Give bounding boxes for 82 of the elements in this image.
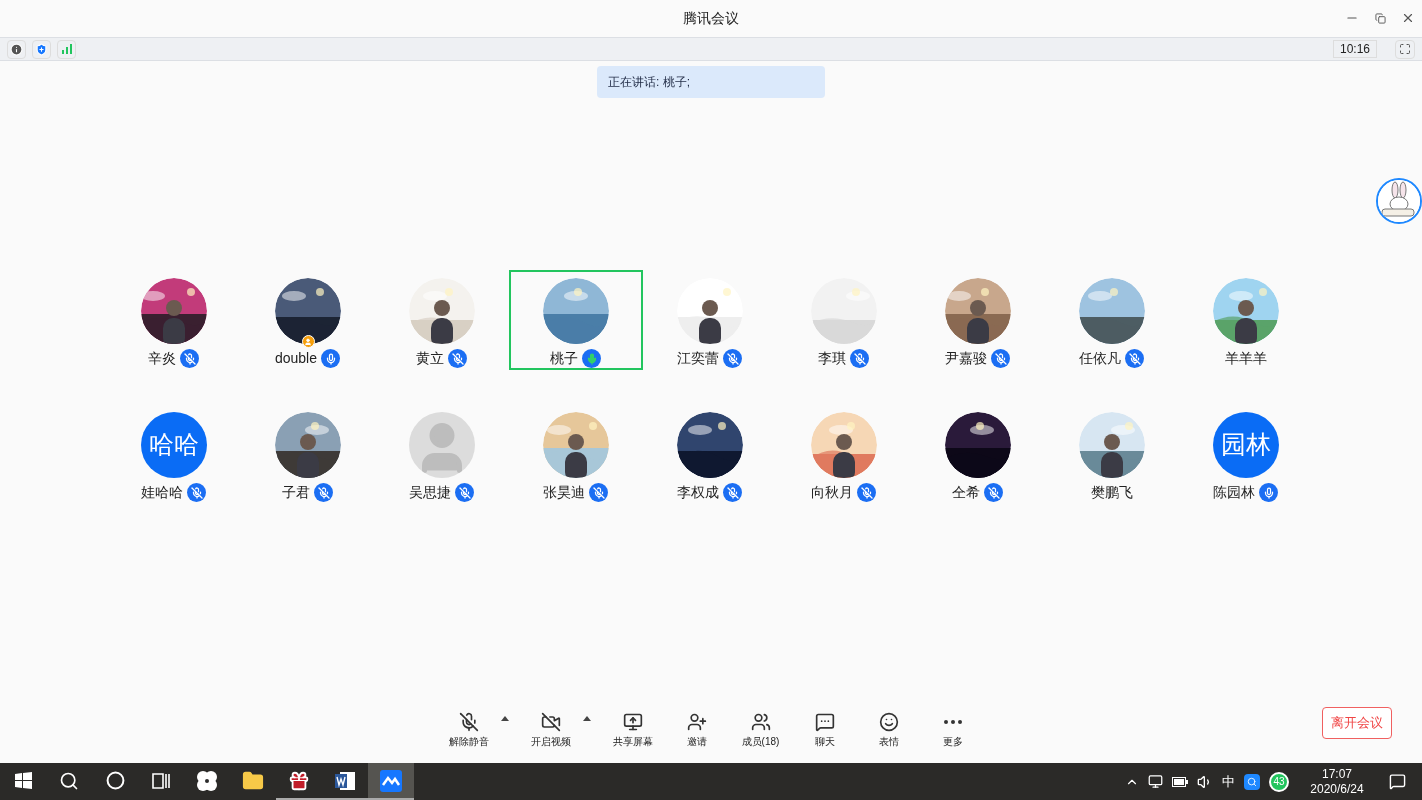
participant-tile[interactable]: 仝希: [910, 404, 1045, 504]
participant-name: 江奕蕾: [677, 349, 719, 368]
participant-name: 向秋月: [811, 483, 853, 502]
toolbar-button[interactable]: 聊天: [802, 711, 847, 749]
participant-name: 陈园林: [1213, 483, 1255, 502]
pinwheel-icon: [196, 769, 218, 792]
people-icon: [750, 711, 771, 732]
participant-tile[interactable]: 黄立: [374, 270, 509, 370]
input-method-indicator[interactable]: 中: [1222, 771, 1235, 792]
participant-name: double: [274, 349, 317, 368]
caret-button[interactable]: [582, 715, 591, 721]
participant-name: 任依凡: [1079, 349, 1121, 368]
folder-icon: [242, 769, 264, 792]
task-view-icon: [152, 772, 170, 789]
toolbar-button[interactable]: 开启视频: [528, 711, 573, 749]
participant-tile[interactable]: 李权成: [642, 404, 777, 504]
participant-name: 张昊迪: [543, 483, 585, 502]
participant-name: 黄立: [416, 349, 444, 368]
toolbar-button[interactable]: 更多: [930, 711, 975, 749]
participant-tile[interactable]: 张昊迪: [508, 404, 643, 504]
battery-icon[interactable]: [1172, 776, 1188, 787]
clock-time[interactable]: 17:07: [1322, 766, 1352, 782]
mic-muted-icon: [458, 711, 479, 732]
toolbar-button[interactable]: 解除静音: [446, 711, 491, 749]
windows-icon: [14, 772, 32, 789]
participant-name: 仝希: [952, 483, 980, 502]
participant-tile[interactable]: 任依凡: [1044, 270, 1179, 370]
participant-tile[interactable]: 尹嘉骏: [910, 270, 1045, 370]
participant-tile[interactable]: 桃子: [508, 270, 643, 370]
notification-icon[interactable]: [1389, 773, 1406, 790]
circle-icon: [105, 771, 125, 790]
leave-meeting-button[interactable]: 离开会议: [1322, 707, 1392, 739]
participant-name: 娃哈哈: [141, 483, 183, 502]
fullscreen-button[interactable]: [1395, 39, 1415, 59]
info-button[interactable]: [7, 39, 26, 59]
participant-name: 桃子: [550, 349, 578, 368]
participant-tile[interactable]: 向秋月: [776, 404, 911, 504]
participant-name: 辛炎: [148, 349, 176, 368]
toolbar-button[interactable]: 共享屏幕: [610, 711, 655, 749]
share-screen-icon: [622, 711, 643, 732]
clock-date[interactable]: 2020/6/24: [1310, 781, 1364, 797]
participant-tile[interactable]: 江奕蕾: [642, 270, 777, 370]
participant-name: 樊鹏飞: [1090, 483, 1133, 502]
participant-name: 吴思捷: [409, 483, 451, 502]
window-title: 腾讯会议: [683, 9, 739, 28]
caret-button[interactable]: [500, 715, 509, 721]
restore-icon: [1374, 12, 1386, 24]
q-app-icon[interactable]: [1244, 773, 1260, 790]
toolbar-button[interactable]: 成员(18): [738, 711, 783, 749]
avatar-initials: 哈哈: [140, 412, 207, 478]
shield-button[interactable]: [32, 39, 51, 59]
participant-tile[interactable]: 樊鹏飞: [1044, 404, 1179, 504]
participant-tile[interactable]: double: [240, 270, 375, 370]
smile-icon: [878, 711, 899, 732]
meeting-timer: 10:16: [1332, 40, 1377, 58]
participant-tile[interactable]: 园林 陈园林: [1178, 404, 1313, 504]
more-icon: [943, 719, 962, 724]
camera-off-icon: [540, 711, 561, 732]
taskbar-button[interactable]: [368, 763, 414, 800]
participant-tile[interactable]: 羊羊羊: [1178, 270, 1313, 370]
fullscreen-icon: [1399, 43, 1411, 55]
participant-tile[interactable]: 辛炎: [106, 270, 241, 370]
participant-tile[interactable]: 哈哈 娃哈哈: [106, 404, 241, 504]
meeting-app-icon: [380, 769, 402, 792]
participant-tile[interactable]: 李琪: [776, 270, 911, 370]
participant-name: 羊羊羊: [1224, 349, 1267, 368]
toolbar-button[interactable]: 表情: [866, 711, 911, 749]
toolbar-button[interactable]: 邀请: [674, 711, 719, 749]
word-icon: [334, 769, 356, 792]
close-icon: [1401, 11, 1415, 25]
gift-icon: [288, 769, 310, 792]
chat-icon: [814, 711, 835, 732]
participant-tile[interactable]: 吴思捷: [374, 404, 509, 504]
search-icon: [59, 770, 79, 791]
participant-name: 李权成: [677, 483, 719, 502]
avatar-initials: 园林: [1212, 412, 1279, 478]
participant-name: 子君: [282, 483, 310, 502]
add-person-icon: [686, 711, 707, 732]
participant-name: 尹嘉骏: [945, 349, 987, 368]
speaking-banner: 正在讲话: 桃子;: [597, 66, 825, 98]
participant-name: 李琪: [818, 349, 846, 368]
participant-tile[interactable]: 子君: [240, 404, 375, 504]
